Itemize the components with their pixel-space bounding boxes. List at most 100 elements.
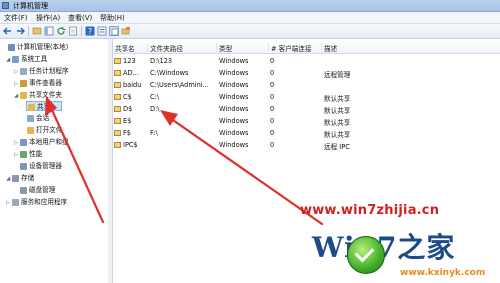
forward-icon[interactable] xyxy=(15,26,25,36)
help-icon[interactable]: ? xyxy=(85,26,95,36)
tree-node-local-users-groups[interactable]: ▷ 本地用户和组 xyxy=(14,137,69,147)
performance-icon xyxy=(20,150,27,158)
folder-path: D:\ xyxy=(150,105,160,113)
menu-view[interactable]: 查看(V) xyxy=(68,13,92,23)
table-row[interactable]: AD... C:\Windows Windows 0 远程管理 xyxy=(113,68,500,79)
tree-label: 设备管理器 xyxy=(29,162,62,170)
event-viewer-icon xyxy=(20,79,27,87)
tree-label: 性能 xyxy=(29,150,43,158)
share-type: Windows xyxy=(219,141,249,149)
back-icon[interactable] xyxy=(3,26,13,36)
toolbar-separator xyxy=(81,26,82,36)
column-header-client-connections[interactable]: # 客户端连接 xyxy=(269,43,322,53)
tree-label: 共享 xyxy=(37,103,51,111)
tree-label: 会话 xyxy=(36,114,50,122)
menu-bar: 文件(F) 操作(A) 查看(V) 帮助(H) xyxy=(0,12,500,24)
table-row[interactable]: baidu C:\Users\Admini... Windows 0 xyxy=(113,80,500,91)
tree-label: 系统工具 xyxy=(21,55,48,63)
table-row[interactable]: E$ Windows 0 默认共享 xyxy=(113,116,500,127)
toolbar: ? xyxy=(0,24,500,39)
share-description: 默认共享 xyxy=(324,131,351,139)
clock-icon xyxy=(20,67,27,75)
folder-path: D:\123 xyxy=(150,57,173,65)
folder-path: C:\ xyxy=(150,93,160,101)
client-count: 0 xyxy=(270,141,275,149)
watermark-url: www.win7zhijia.cn xyxy=(300,203,440,218)
up-icon[interactable] xyxy=(32,26,42,36)
table-row[interactable]: 123 D:\123 Windows 0 xyxy=(113,56,500,67)
client-count: 0 xyxy=(270,69,275,77)
share-name: E$ xyxy=(123,117,132,125)
shared-folder-icon xyxy=(114,94,121,100)
disk-icon xyxy=(20,186,27,194)
share-type: Windows xyxy=(219,129,249,137)
client-count: 0 xyxy=(270,117,275,125)
shared-folder-icon xyxy=(114,58,121,64)
share-name: C$ xyxy=(123,93,132,101)
open-files-icon xyxy=(27,126,34,134)
tree-node-event-viewer[interactable]: ▷ 事件查看器 xyxy=(14,78,62,88)
table-row[interactable]: F$ F:\ Windows 0 默认共享 xyxy=(113,128,500,139)
shared-folder-icon xyxy=(114,82,121,88)
tree-node-device-manager[interactable]: 设备管理器 xyxy=(20,161,62,171)
shared-folder-icon xyxy=(114,142,121,148)
title-bar: 计算机管理 xyxy=(0,0,500,12)
column-header-folder-path[interactable]: 文件夹路径 xyxy=(148,43,217,53)
menu-file[interactable]: 文件(F) xyxy=(4,13,28,23)
folder-path: F:\ xyxy=(150,129,158,137)
tree-label: 共享文件夹 xyxy=(29,91,62,99)
menu-action[interactable]: 操作(A) xyxy=(36,13,60,23)
client-count: 0 xyxy=(270,93,275,101)
device-manager-icon xyxy=(20,162,27,170)
client-count: 0 xyxy=(270,129,275,137)
share-icon[interactable] xyxy=(121,26,131,36)
tree-node-performance[interactable]: ▷ 性能 xyxy=(14,149,42,159)
share-description: 默认共享 xyxy=(324,119,351,127)
users-icon xyxy=(20,138,27,146)
tree-node-sessions[interactable]: 会话 xyxy=(27,113,49,123)
share-type: Windows xyxy=(219,105,249,113)
shared-folder-icon xyxy=(114,130,121,136)
tree-node-computer-management[interactable]: 计算机管理(本地) xyxy=(2,42,106,52)
menu-help[interactable]: 帮助(H) xyxy=(100,13,125,23)
tree-label: 服务和应用程序 xyxy=(21,198,68,206)
storage-icon xyxy=(12,174,19,182)
properties-icon[interactable] xyxy=(97,26,107,36)
table-row[interactable]: D$ D:\ Windows 0 默认共享 xyxy=(113,104,500,115)
tree-label: 打开文件 xyxy=(36,126,63,134)
column-header-share-name[interactable]: 共享名 xyxy=(113,43,148,53)
shared-folder-icon xyxy=(114,106,121,112)
list-header: 共享名 文件夹路径 类型 # 客户端连接 描述 xyxy=(113,42,500,54)
services-icon xyxy=(12,198,19,206)
column-header-type[interactable]: 类型 xyxy=(217,43,269,53)
share-name: 123 xyxy=(123,57,136,65)
share-name: AD... xyxy=(123,69,139,77)
client-count: 0 xyxy=(270,81,275,89)
show-hide-tree-icon[interactable] xyxy=(44,26,54,36)
tree-node-open-files[interactable]: 打开文件 xyxy=(27,125,62,135)
navigation-tree: 计算机管理(本地) ◢ 系统工具 ▷ 任务计划程序 ▷ 事件查看器 ◢ 共享文件夹 共享… xyxy=(0,39,109,283)
app-icon xyxy=(2,2,9,9)
refresh-icon[interactable] xyxy=(56,26,66,36)
tree-node-task-scheduler[interactable]: ▷ 任务计划程序 xyxy=(14,66,69,76)
tools-icon xyxy=(12,55,19,63)
column-header-description[interactable]: 描述 xyxy=(322,43,402,53)
sessions-icon xyxy=(27,114,34,122)
tree-label: 任务计划程序 xyxy=(29,67,69,75)
tree-node-services-applications[interactable]: ▷ 服务和应用程序 xyxy=(6,197,67,207)
tree-node-system-tools[interactable]: ◢ 系统工具 xyxy=(6,54,47,64)
share-description: 远程管理 xyxy=(324,71,351,79)
share-description: 默认共享 xyxy=(324,107,351,115)
svg-text:?: ? xyxy=(88,27,92,36)
list-view-icon[interactable] xyxy=(109,26,119,36)
tree-node-shares[interactable]: 共享 xyxy=(26,101,62,111)
table-row[interactable]: IPC$ Windows 0 远程 IPC xyxy=(113,140,500,151)
window-title: 计算机管理 xyxy=(13,2,48,10)
tree-node-disk-management[interactable]: 磁盘管理 xyxy=(20,185,55,195)
export-icon[interactable] xyxy=(68,26,78,36)
share-type: Windows xyxy=(219,57,249,65)
table-row[interactable]: C$ C:\ Windows 0 默认共享 xyxy=(113,92,500,103)
tree-label: 本地用户和组 xyxy=(29,138,69,146)
tree-node-shared-folders[interactable]: ◢ 共享文件夹 xyxy=(14,90,62,100)
tree-node-storage[interactable]: ◢ 存储 xyxy=(6,173,34,183)
